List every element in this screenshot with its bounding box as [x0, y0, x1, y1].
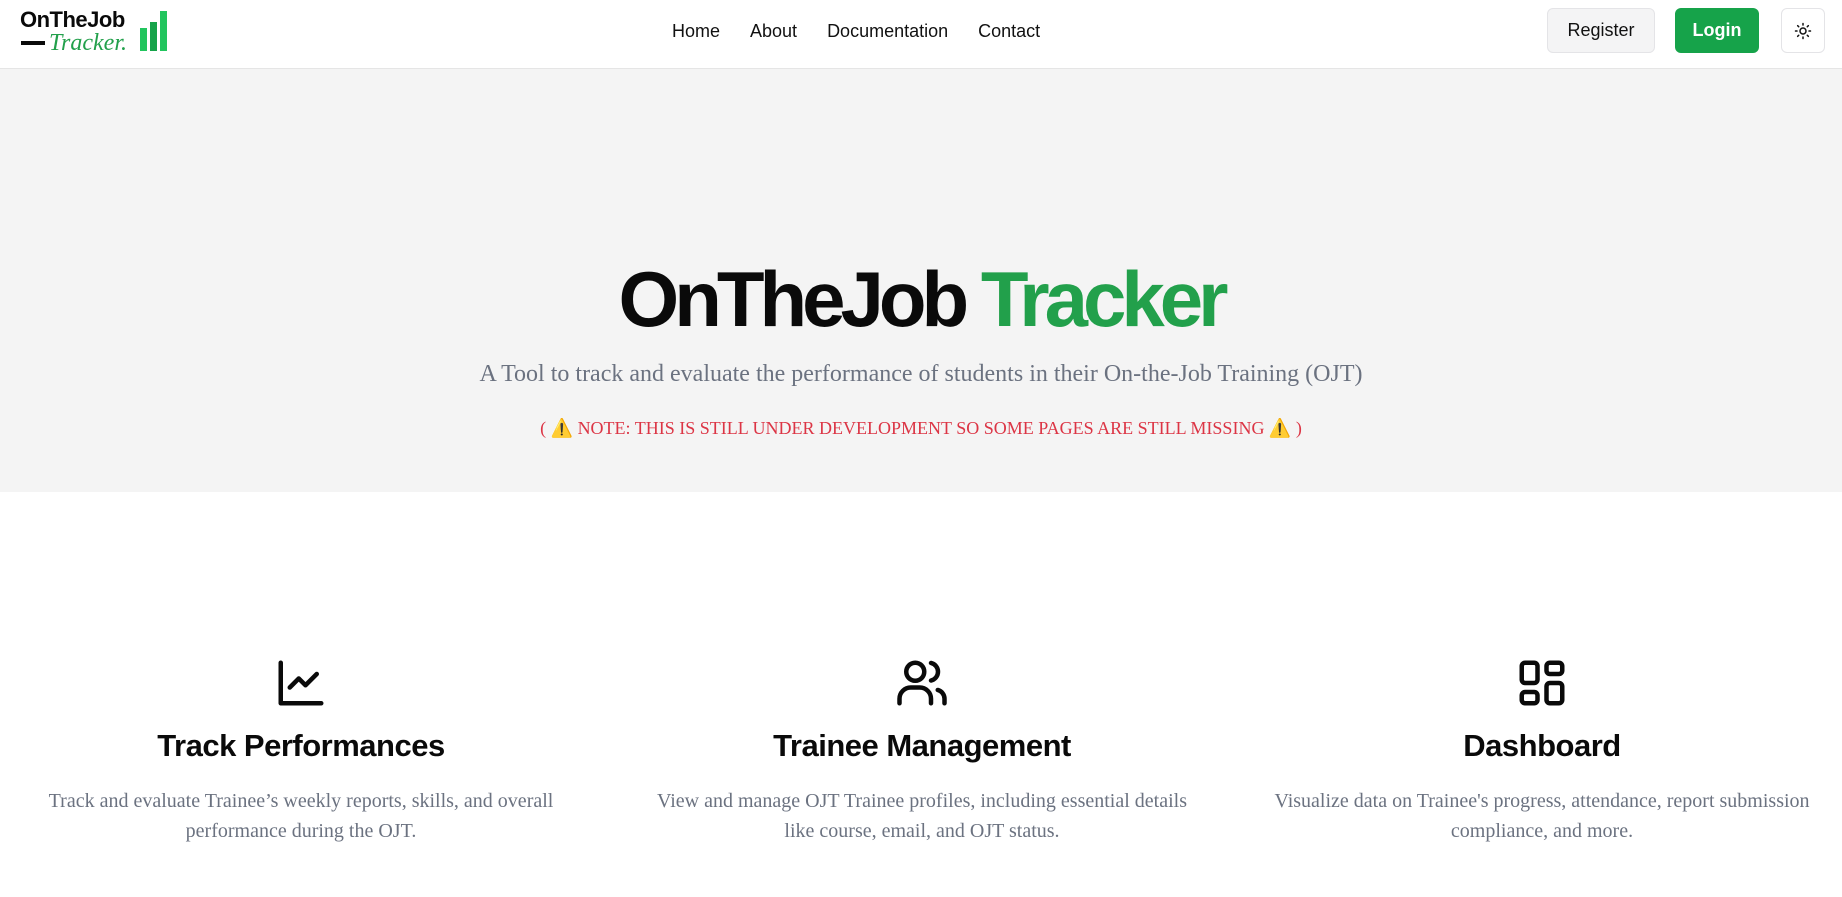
theme-toggle-button[interactable] — [1781, 8, 1825, 53]
register-button[interactable]: Register — [1547, 8, 1655, 53]
features-section: Track Performances Track and evaluate Tr… — [0, 492, 1842, 897]
dashboard-icon — [1519, 660, 1565, 706]
feature-title: Dashboard — [1463, 728, 1621, 763]
development-note: ( ⚠️ NOTE: THIS IS STILL UNDER DEVELOPME… — [540, 418, 1302, 438]
feature-description: View and manage OJT Trainee profiles, in… — [657, 790, 1187, 842]
feature-description: Visualize data on Trainee's progress, at… — [1274, 790, 1810, 842]
bar-chart-logo-icon — [140, 11, 167, 51]
logo[interactable]: OnTheJob Tracker. — [20, 7, 175, 56]
main-nav: Home About Documentation Contact — [672, 20, 1040, 42]
hero-title-part1: OnTheJob — [618, 255, 970, 343]
logo-text-bottom: Tracker. — [49, 30, 127, 56]
login-button[interactable]: Login — [1675, 8, 1759, 53]
feature-dashboard: Dashboard Visualize data on Trainee's pr… — [1262, 656, 1822, 846]
logo-text-top: OnTheJob — [20, 7, 125, 32]
nav-contact-link[interactable]: Contact — [978, 20, 1040, 42]
line-chart-icon — [278, 660, 324, 706]
feature-trainee-management: Trainee Management View and manage OJT T… — [642, 656, 1202, 846]
hero-title: OnTheJob Tracker — [0, 259, 1842, 339]
sun-icon — [1794, 22, 1812, 39]
feature-title: Track Performances — [157, 728, 445, 763]
feature-description: Track and evaluate Trainee’s weekly repo… — [48, 790, 554, 842]
site-header: OnTheJob Tracker. Home About Documentati… — [0, 0, 1842, 69]
nav-documentation-link[interactable]: Documentation — [827, 20, 948, 42]
feature-title: Trainee Management — [773, 728, 1071, 763]
nav-about-link[interactable]: About — [750, 20, 797, 42]
hero-section: OnTheJob Tracker A Tool to track and eva… — [0, 69, 1842, 492]
hero-subtitle: A Tool to track and evaluate the perform… — [479, 361, 1363, 387]
hero-title-part2: Tracker — [980, 255, 1229, 343]
users-icon — [897, 660, 947, 706]
feature-track-performances: Track Performances Track and evaluate Tr… — [21, 656, 581, 846]
nav-home-link[interactable]: Home — [672, 20, 720, 42]
logo-dash — [21, 41, 45, 45]
